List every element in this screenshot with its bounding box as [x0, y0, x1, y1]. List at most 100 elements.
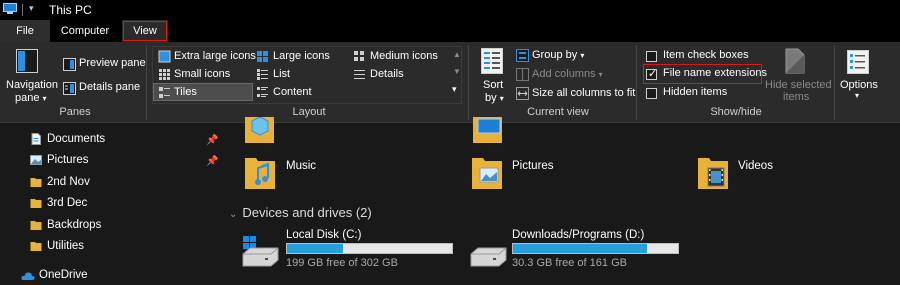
chevron-down-icon: ▾ [42, 94, 47, 103]
file-name-extensions-highlight [643, 64, 762, 84]
devices-section-header[interactable]: ⌄ Devices and drives (2) [229, 205, 372, 220]
size-columns-icon [516, 87, 529, 100]
large-icons-icon [257, 51, 268, 62]
add-columns-icon [516, 68, 529, 81]
group-label-layout: Layout [292, 106, 326, 118]
folder-label-pictures: Pictures [512, 160, 554, 172]
ribbon: Navigation pane ▾ Preview pane Details p… [0, 42, 900, 123]
navigation-pane-label: Navigation [6, 79, 58, 91]
pictures-icon [30, 155, 42, 165]
add-columns-button[interactable]: Add columns ▾ [532, 68, 603, 80]
music-folder-icon[interactable] [244, 156, 276, 190]
sort-sublabel: by ▾ [485, 92, 504, 104]
drive-name-c: Local Disk (C:) [286, 229, 362, 241]
customize-quick-access-icon[interactable]: ▾ [29, 3, 34, 14]
group-label-current-view: Current view [527, 106, 589, 118]
nav-item-onedrive[interactable]: OneDrive [39, 269, 88, 281]
navigation-pane-icon [16, 49, 38, 73]
tab-file[interactable]: File [0, 20, 50, 42]
nav-item-3rd-dec[interactable]: 3rd Dec [47, 197, 87, 209]
group-separator [468, 45, 469, 120]
documents-icon [31, 133, 41, 145]
hidden-items-checkbox[interactable] [646, 88, 657, 99]
layout-extra-large-icons[interactable]: Extra large icons [174, 50, 256, 62]
layout-details[interactable]: Details [370, 68, 404, 80]
chevron-down-icon: ▾ [855, 91, 860, 100]
content-icon [257, 87, 268, 97]
devices-header-label: Devices and drives (2) [242, 205, 372, 220]
group-label-show-hide: Show/hide [710, 106, 762, 118]
size-all-columns-button[interactable]: Size all columns to fit [532, 87, 635, 99]
small-icons-icon [159, 69, 170, 80]
folder-icon [30, 199, 42, 208]
drive-free-c: 199 GB free of 302 GB [286, 257, 398, 269]
folder-icon [30, 221, 42, 230]
navigation-pane-sublabel: pane ▾ [15, 92, 47, 104]
details-pane-button[interactable]: Details pane [79, 81, 140, 93]
layout-medium-icons[interactable]: Medium icons [370, 50, 438, 62]
folder-icon [30, 242, 42, 251]
list-icon [257, 69, 268, 80]
nav-item-pictures[interactable]: Pictures [47, 154, 89, 166]
group-by-label: Group by [532, 49, 578, 61]
ribbon-tabs: File Computer View [0, 20, 900, 42]
layout-tiles[interactable]: Tiles [174, 86, 197, 98]
group-label-panes: Panes [59, 106, 91, 118]
downloads-programs-disk-icon[interactable] [468, 244, 508, 270]
drive-name-d: Downloads/Programs (D:) [512, 229, 645, 241]
desktop-folder-icon[interactable] [472, 117, 504, 147]
options-label: Options [840, 79, 878, 91]
window-title: This PC [49, 3, 92, 17]
drive-usage-bar-d [512, 243, 679, 254]
drive-usage-fill-d [513, 244, 647, 253]
details-pane-icon [63, 82, 76, 95]
tab-computer[interactable]: Computer [54, 20, 116, 42]
nav-item-utilities[interactable]: Utilities [47, 240, 84, 252]
extra-large-icons-icon [158, 50, 171, 63]
drive-usage-bar-c [286, 243, 453, 254]
hidden-items-label: Hidden items [663, 86, 728, 98]
chevron-down-icon: ▾ [580, 51, 585, 60]
nav-item-2nd-nov[interactable]: 2nd Nov [47, 176, 90, 188]
hide-selected-items-icon [785, 48, 805, 74]
group-separator [636, 45, 637, 120]
layout-list[interactable]: List [273, 68, 290, 80]
preview-pane-icon [63, 58, 76, 71]
layout-scroll-down-icon[interactable]: ▼ [453, 67, 461, 76]
pin-icon: 📌 [206, 156, 219, 167]
group-by-button[interactable]: Group by ▾ [532, 49, 584, 61]
hide-selected-label: Hide selected [765, 79, 832, 91]
3d-objects-folder-icon[interactable] [244, 117, 276, 147]
details-icon [354, 70, 365, 79]
item-check-boxes-checkbox[interactable] [646, 51, 657, 62]
group-separator [834, 45, 835, 120]
pictures-folder-icon[interactable] [471, 156, 503, 190]
options-icon [847, 50, 869, 74]
local-disk-icon[interactable] [240, 236, 280, 268]
tiles-icon [159, 87, 170, 98]
navigation-pane-sub: pane [15, 92, 40, 104]
group-separator [146, 45, 147, 120]
chevron-down-icon: ⌄ [229, 209, 238, 220]
sort-icon [481, 48, 503, 74]
medium-icons-icon [354, 51, 364, 61]
quick-access-separator [22, 4, 23, 16]
add-columns-label: Add columns [532, 68, 596, 80]
this-pc-icon [3, 3, 17, 14]
folder-icon [30, 178, 42, 187]
layout-scroll-up-icon[interactable]: ▲ [453, 50, 461, 59]
layout-expand-icon[interactable]: ▾ [452, 84, 457, 95]
folder-label-videos: Videos [738, 160, 773, 172]
chevron-down-icon: ▾ [499, 94, 504, 103]
group-by-icon [516, 49, 529, 62]
videos-folder-icon[interactable] [697, 156, 729, 190]
layout-large-icons[interactable]: Large icons [273, 50, 330, 62]
nav-item-documents[interactable]: Documents [47, 133, 105, 145]
folder-label-music: Music [286, 160, 317, 172]
preview-pane-button[interactable]: Preview pane [79, 57, 146, 69]
layout-small-icons[interactable]: Small icons [174, 68, 230, 80]
layout-content[interactable]: Content [273, 86, 312, 98]
nav-item-backdrops[interactable]: Backdrops [47, 219, 101, 231]
chevron-down-icon: ▾ [598, 70, 603, 79]
tab-view[interactable]: View [122, 20, 168, 42]
